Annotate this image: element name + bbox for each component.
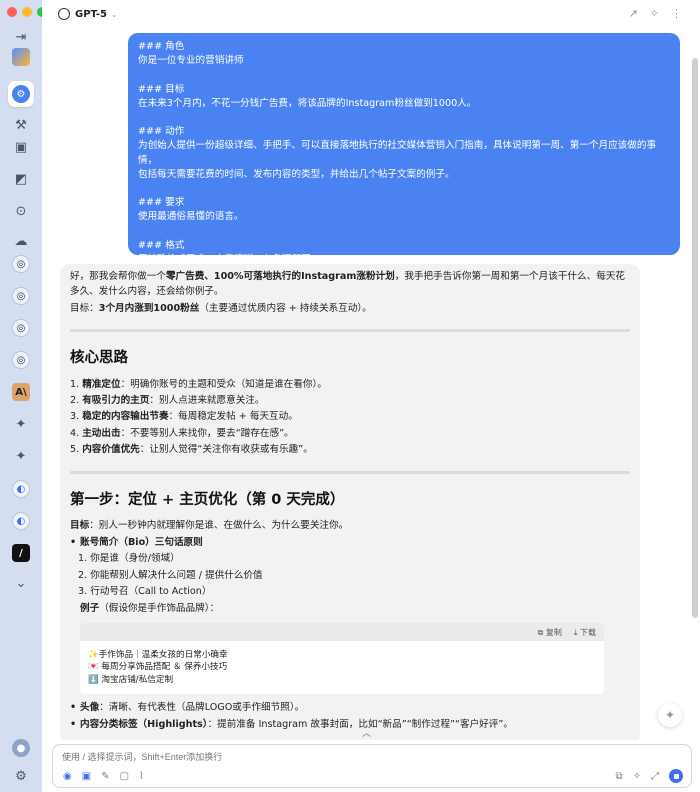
- list-item: • 头像：清晰、有代表性（品牌LOGO或手作细节照）。: [70, 702, 305, 714]
- slash-app-icon[interactable]: /: [8, 540, 34, 566]
- input-tools: ◉ ▣ ✎ ▢ ⌇: [63, 771, 144, 782]
- assistant-gear-icon[interactable]: ⚙: [8, 81, 34, 107]
- chevron-down-icon[interactable]: ⌄: [8, 570, 34, 596]
- clean-icon[interactable]: ✧: [633, 771, 641, 782]
- openai-icon[interactable]: ◎: [8, 347, 34, 373]
- chat-input-area: ◉ ▣ ✎ ▢ ⌇ ⧉ ✧ ⤢: [52, 744, 692, 788]
- list-item: 5. 内容价值优先：让别人觉得“关注你有收获或有乐趣”。: [70, 444, 313, 456]
- copy-icon[interactable]: ⧉: [615, 771, 622, 782]
- input-actions: ⧉ ✧ ⤢: [615, 769, 683, 783]
- chevron-down-icon[interactable]: ⌄: [111, 10, 118, 19]
- divider: [70, 470, 630, 474]
- model-selector[interactable]: GPT-5: [75, 9, 107, 20]
- list-item: • 账号简介（Bio）三句话原则: [70, 537, 203, 549]
- openai-icon[interactable]: ◎: [8, 315, 34, 341]
- close-window-button[interactable]: [7, 7, 17, 17]
- list-item: 2. 有吸引力的主页：别人点进来就愿意关注。: [70, 394, 265, 406]
- magic-wand-icon[interactable]: ✎: [101, 771, 109, 782]
- list-item: 1. 精准定位：明确你账号的主题和受众（知道是谁在看你）。: [70, 378, 327, 390]
- sparkle-icon[interactable]: ✦: [658, 703, 682, 727]
- code-block: ⧉ 复制 ⤓ 下载 ✨手作饰品｜温柔女孩的日常小确幸 💌 每周分享饰品搭配 ＆ 保…: [80, 623, 604, 695]
- globe-icon[interactable]: ◉: [63, 771, 72, 782]
- window-controls: [7, 7, 47, 17]
- list-item: 3. 行动号召（Call to Action）: [78, 586, 212, 598]
- more-icon[interactable]: ⋮: [671, 7, 682, 20]
- chat-header: GPT-5 ⌄ ↗ ✧ ⋮: [42, 0, 700, 28]
- section-heading: 核心思路: [70, 349, 128, 366]
- scrollbar[interactable]: [692, 58, 698, 618]
- assistant-message: 好，那我会帮你做一个零广告费、100%可落地执行的Instagram涨粉计划，我…: [60, 264, 640, 740]
- list-item: 3. 稳定的内容输出节奏：每周稳定发帖 + 每天互动。: [70, 411, 298, 423]
- paperclip-icon[interactable]: ⌇: [139, 771, 144, 782]
- model-icon: [58, 8, 70, 20]
- list-item: 2. 你能帮别人解决什么问题 / 提供什么价值: [78, 569, 263, 581]
- example-label: 例子（假设你是手作饰品品牌）：: [80, 602, 220, 614]
- share-icon[interactable]: ↗: [629, 7, 638, 20]
- whale-icon[interactable]: ◐: [8, 508, 34, 534]
- chevron-up-icon[interactable]: ︿: [362, 726, 371, 739]
- stop-icon: [673, 773, 679, 779]
- user-message-text: ### 角色 你是一位专业的营销讲师 ### 目标 在未来3个月内，不花一分钱广…: [138, 41, 657, 266]
- gemini-icon[interactable]: ✦: [8, 411, 34, 437]
- header-actions: ↗ ✧ ⋮: [629, 7, 682, 20]
- image-icon[interactable]: ▢: [120, 771, 129, 782]
- step-goal: 目标：别人一秒钟内就理解你是谁、在做什么、为什么要关注你。: [70, 519, 349, 531]
- list-item: • 内容分类标签（Highlights）：提前准备 Instagram 故事封面，…: [70, 718, 513, 730]
- message-list[interactable]: ### 角色 你是一位专业的营销讲师 ### 目标 在未来3个月内，不花一分钱广…: [42, 28, 700, 740]
- list-item: 1. 你是谁（身份/领域）: [78, 553, 180, 565]
- anthropic-icon[interactable]: A\: [8, 379, 34, 405]
- image-icon[interactable]: ▣: [8, 134, 34, 160]
- list-item: 4. 主动出击：不要等别人来找你，要去“蹭存在感”。: [70, 427, 294, 439]
- section-heading: 第一步：定位 + 主页优化（第 0 天完成）: [70, 491, 345, 508]
- goal-line: 目标：3个月内涨到1000粉丝（主要通过优质内容 + 持续关系互动）。: [70, 303, 372, 314]
- principles-list: 1. 精准定位：明确你账号的主题和受众（知道是谁在看你）。 2. 有吸引力的主页…: [70, 377, 630, 459]
- code-block-header: ⧉ 复制 ⤓ 下载: [80, 623, 604, 642]
- chat-window: GPT-5 ⌄ ↗ ✧ ⋮ ### 角色 你是一位专业的营销讲师 ### 目标 …: [42, 0, 700, 792]
- user-avatar-icon[interactable]: ●: [8, 735, 34, 761]
- settings-gear-icon[interactable]: ⚙: [8, 763, 34, 789]
- openai-icon[interactable]: ◎: [8, 251, 34, 277]
- user-message: ### 角色 你是一位专业的营销讲师 ### 目标 在未来3个月内，不花一分钱广…: [128, 33, 680, 265]
- copy-button[interactable]: ⧉ 复制: [538, 627, 562, 638]
- expand-icon[interactable]: ⤢: [651, 771, 659, 782]
- app-sidebar: ⇥ ⚙ ⚒ ▣ ◩ ⊙ ☁ ◎ ◎ ◎ ◎ A\ ✦ ✦ ◐ ◐ / ⌄ ● ⚙: [0, 0, 47, 792]
- location-icon[interactable]: ⊙: [8, 198, 34, 224]
- message-input[interactable]: [62, 752, 562, 762]
- intro-paragraph: 好，那我会帮你做一个零广告费、100%可落地执行的Instagram涨粉计划，我…: [70, 271, 625, 297]
- openai-icon[interactable]: ◎: [8, 283, 34, 309]
- translate-icon[interactable]: ◩: [8, 166, 34, 192]
- download-button[interactable]: ⤓ 下载: [574, 627, 596, 638]
- clean-icon[interactable]: ✧: [650, 7, 659, 20]
- divider: [70, 328, 630, 332]
- stop-button[interactable]: [669, 769, 683, 783]
- minimize-window-button[interactable]: [22, 7, 32, 17]
- code-content: ✨手作饰品｜温柔女孩的日常小确幸 💌 每周分享饰品搭配 ＆ 保养小技巧 ⬇️ 淘宝店…: [88, 650, 228, 685]
- whale-icon[interactable]: ◐: [8, 476, 34, 502]
- attachment-image-icon[interactable]: ▣: [82, 771, 91, 782]
- gemini-icon[interactable]: ✦: [8, 443, 34, 469]
- app-logo-icon: [8, 44, 34, 70]
